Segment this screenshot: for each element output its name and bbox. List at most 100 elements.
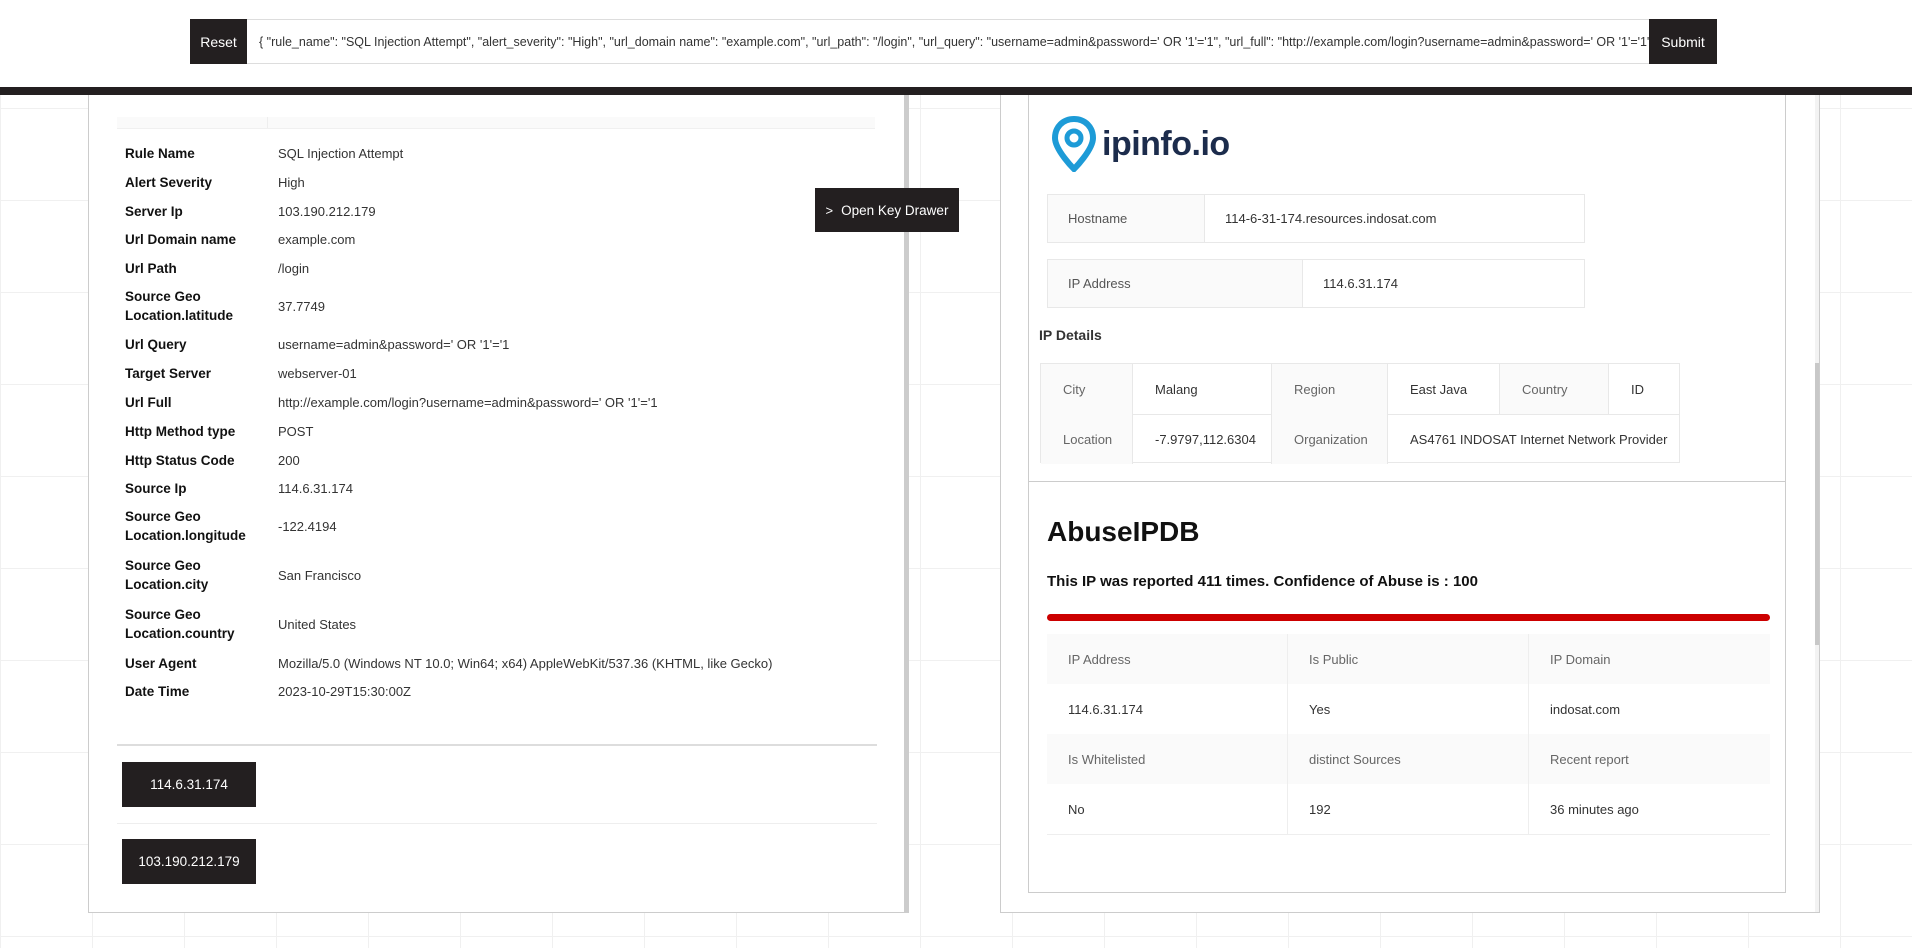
abuse-cell-value: No [1047,784,1288,834]
server-ip-button[interactable]: 103.190.212.179 [122,839,256,884]
abuse-cell-value: Yes [1288,684,1529,734]
country-label: Country [1500,364,1609,414]
kv-row-geo-latitude: Source Geo Location.latitude 37.7749 [125,287,325,325]
alert-details-panel: Rule Name SQL Injection Attempt Alert Se… [88,95,909,913]
ip-address-label: IP Address [1048,260,1303,307]
location-value: -7.9797,112.6304 [1133,414,1272,464]
abuse-cell-value: 192 [1288,784,1529,834]
ip-address-value: 114.6.31.174 [1323,276,1398,291]
kv-row-url-domain: Url Domain name example.com [125,230,355,249]
kv-key: Source Ip [125,481,187,496]
location-label: Location [1041,414,1133,464]
abuse-col-label: distinct Sources [1288,734,1529,784]
kv-row-target-server: Target Server webserver-01 [125,364,357,383]
right-scrollbar-thumb[interactable] [1815,363,1819,645]
table-header [117,117,875,129]
kv-value: /login [278,261,310,276]
abuse-table-header-1: IP Address Is Public IP Domain [1047,634,1770,685]
kv-key: Url Full [125,395,172,410]
kv-value: SQL Injection Attempt [278,146,404,161]
kv-row-date-time: Date Time 2023-10-29T15:30:00Z [125,682,411,701]
kv-value: High [278,175,305,190]
kv-value: San Francisco [278,567,362,583]
ip-details-grid: City Malang Region East Java Country ID … [1040,363,1680,464]
hostname-field: Hostname 114-6-31-174.resources.indosat.… [1047,194,1585,243]
enrichment-panel: ipinfo.io Hostname 114-6-31-174.resource… [1000,95,1820,913]
hostname-label: Hostname [1048,195,1205,242]
kv-row-user-agent: User Agent Mozilla/5.0 (Windows NT 10.0;… [125,654,772,673]
kv-value: Mozilla/5.0 (Windows NT 10.0; Win64; x64… [278,656,773,671]
abuse-cell-value: indosat.com [1529,684,1770,734]
abuse-cell-value: 36 minutes ago [1529,784,1770,834]
json-query-input[interactable]: { "rule_name": "SQL Injection Attempt", … [247,19,1649,64]
abuse-table-header-2: Is Whitelisted distinct Sources Recent r… [1047,734,1770,785]
kv-key: Rule Name [125,146,195,161]
kv-value: 114.6.31.174 [278,481,353,496]
kv-row-server-ip: Server Ip 103.190.212.179 [125,202,376,221]
kv-key: Server Ip [125,204,183,219]
region-label: Region [1272,364,1388,414]
ipinfo-logo-text: ipinfo.io [1102,124,1230,163]
abuse-cell-value: 114.6.31.174 [1047,684,1288,734]
kv-value: 200 [278,453,300,468]
organization-value: AS4761 INDOSAT Internet Network Provider [1410,431,1668,447]
section-divider [117,744,877,746]
kv-value: example.com [278,232,356,247]
location-pin-icon [1052,116,1096,172]
kv-value: United States [278,616,357,632]
country-value: ID [1631,381,1644,397]
abuse-confidence-bar [1047,614,1770,621]
chevron-right-icon: > [825,202,834,218]
kv-value: POST [278,424,314,439]
kv-row-rule-name: Rule Name SQL Injection Attempt [125,144,403,163]
kv-key: Target Server [125,366,212,381]
kv-row-geo-city: Source Geo Location.city San Francisco [125,556,361,594]
kv-key: Source Geo Location.country [125,607,235,641]
kv-row-geo-country: Source Geo Location.country United State… [125,605,356,643]
kv-row-url-path: Url Path /login [125,259,309,278]
kv-key: Url Path [125,261,177,276]
kv-row-source-ip: Source Ip 114.6.31.174 [125,479,353,498]
ipinfo-card: ipinfo.io Hostname 114-6-31-174.resource… [1028,95,1786,483]
abuse-col-label: IP Address [1047,634,1288,684]
kv-key: Url Domain name [125,232,237,247]
abuse-table-row-1: 114.6.31.174 Yes indosat.com [1047,684,1770,735]
abuse-table-row-2: No 192 36 minutes ago [1047,784,1770,835]
region-value: East Java [1388,364,1500,414]
query-bar: Reset { "rule_name": "SQL Injection Atte… [190,19,1717,64]
abuseipdb-card: AbuseIPDB This IP was reported 411 times… [1028,481,1786,893]
reset-button[interactable]: Reset [190,19,247,64]
abuse-summary: This IP was reported 411 times. Confiden… [1047,573,1478,590]
kv-value: 2023-10-29T15:30:00Z [278,684,411,699]
ip-address-field: IP Address 114.6.31.174 [1047,259,1585,308]
source-ip-button[interactable]: 114.6.31.174 [122,762,256,807]
abuse-col-label: Is Whitelisted [1047,734,1288,784]
kv-value: webserver-01 [278,366,357,381]
kv-value: http://example.com/login?username=admin&… [278,395,658,410]
kv-row-http-method: Http Method type POST [125,422,313,441]
ipinfo-logo: ipinfo.io [1052,116,1230,172]
kv-key: Alert Severity [125,175,213,190]
kv-value: 103.190.212.179 [278,204,376,219]
details-row-1: City Malang Region East Java Country ID [1041,364,1679,415]
kv-key: Url Query [125,337,187,352]
kv-row-alert-severity: Alert Severity High [125,173,305,192]
kv-value: username=admin&password=' OR '1'='1 [278,337,510,352]
ip-details-title: IP Details [1039,327,1102,343]
top-bar: Reset { "rule_name": "SQL Injection Atte… [0,0,1912,88]
kv-row-url-full: Url Full http://example.com/login?userna… [125,393,658,412]
open-key-drawer-button[interactable]: > Open Key Drawer [815,188,959,232]
kv-key: Http Status Code [125,453,235,468]
header-divider [0,87,1912,95]
kv-key: Date Time [125,684,190,699]
kv-key: Source Geo Location.latitude [125,289,233,323]
city-value: Malang [1133,364,1272,414]
abuse-col-label: IP Domain [1529,634,1770,684]
details-row-2: Location -7.9797,112.6304 Organization A… [1041,414,1679,464]
submit-button[interactable]: Submit [1649,19,1717,64]
row-divider [117,823,877,824]
open-key-drawer-label: Open Key Drawer [841,202,949,218]
organization-label: Organization [1272,414,1388,464]
kv-key: Http Method type [125,424,236,439]
kv-key: User Agent [125,656,197,671]
